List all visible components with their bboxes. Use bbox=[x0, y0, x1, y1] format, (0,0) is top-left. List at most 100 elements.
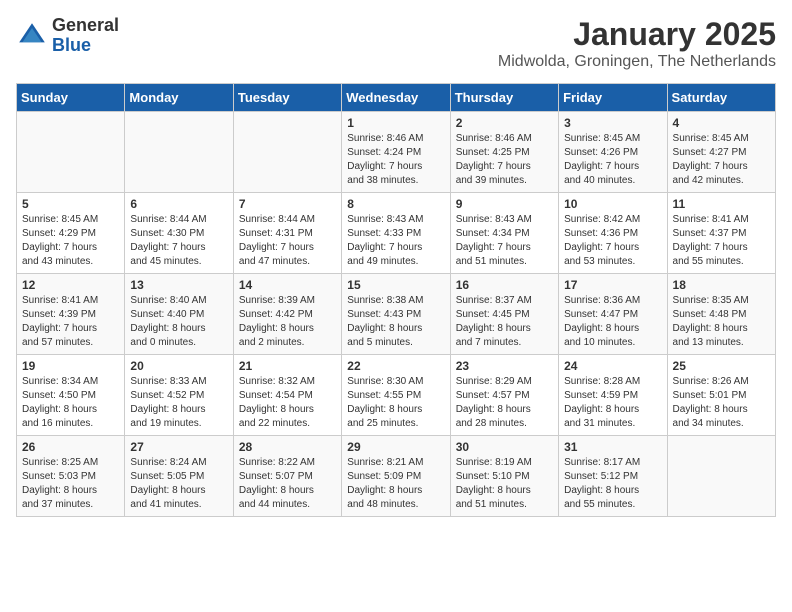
calendar-day-cell: 3 Sunrise: 8:45 AM Sunset: 4:26 PM Daylig… bbox=[559, 112, 667, 193]
calendar-day-cell: 30Sunrise: 8:19 AM Sunset: 5:10 PM Dayli… bbox=[450, 436, 558, 517]
calendar-week-row: 19Sunrise: 8:34 AM Sunset: 4:50 PM Dayli… bbox=[17, 355, 776, 436]
day-info: Sunrise: 8:42 AM Sunset: 4:36 PM Dayligh… bbox=[564, 213, 661, 269]
logo-icon bbox=[16, 20, 48, 52]
calendar-day-cell: 1 Sunrise: 8:46 AM Sunset: 4:24 PM Daylig… bbox=[342, 112, 450, 193]
calendar-day-cell: 24 Sunrise: 8:28 AM Sunset: 4:59 PM Dayli… bbox=[559, 355, 667, 436]
weekday-header: Saturday bbox=[667, 84, 775, 112]
calendar-day-cell: 17 Sunrise: 8:36 AM Sunset: 4:47 PM Dayli… bbox=[559, 274, 667, 355]
logo-general-text: General bbox=[52, 16, 119, 36]
calendar-week-row: 1 Sunrise: 8:46 AM Sunset: 4:24 PM Daylig… bbox=[17, 112, 776, 193]
day-number: 28 bbox=[239, 440, 336, 454]
day-number: 18 bbox=[673, 278, 770, 292]
weekday-header: Tuesday bbox=[233, 84, 341, 112]
calendar-day-cell bbox=[17, 112, 125, 193]
calendar-day-cell: 25 Sunrise: 8:26 AM Sunset: 5:01 PM Dayli… bbox=[667, 355, 775, 436]
day-number: 1 bbox=[347, 116, 444, 130]
day-number: 8 bbox=[347, 197, 444, 211]
calendar-day-cell: 8 Sunrise: 8:43 AM Sunset: 4:33 PM Daylig… bbox=[342, 193, 450, 274]
day-number: 9 bbox=[456, 197, 553, 211]
calendar-day-cell: 7 Sunrise: 8:44 AM Sunset: 4:31 PM Daylig… bbox=[233, 193, 341, 274]
weekday-header: Friday bbox=[559, 84, 667, 112]
calendar-day-cell: 13 Sunrise: 8:40 AM Sunset: 4:40 PM Dayli… bbox=[125, 274, 233, 355]
calendar-day-cell bbox=[125, 112, 233, 193]
day-number: 3 bbox=[564, 116, 661, 130]
calendar-day-cell: 6 Sunrise: 8:44 AM Sunset: 4:30 PM Daylig… bbox=[125, 193, 233, 274]
day-info: Sunrise: 8:25 AM Sunset: 5:03 PM Dayligh… bbox=[22, 456, 119, 512]
calendar-day-cell: 5Sunrise: 8:45 AM Sunset: 4:29 PM Daylig… bbox=[17, 193, 125, 274]
calendar-day-cell: 20 Sunrise: 8:33 AM Sunset: 4:52 PM Dayli… bbox=[125, 355, 233, 436]
day-info: Sunrise: 8:21 AM Sunset: 5:09 PM Dayligh… bbox=[347, 456, 444, 512]
calendar-day-cell: 26 Sunrise: 8:25 AM Sunset: 5:03 PM Dayli… bbox=[17, 436, 125, 517]
day-number: 23 bbox=[456, 359, 553, 373]
day-info: Sunrise: 8:43 AM Sunset: 4:33 PM Dayligh… bbox=[347, 213, 444, 269]
day-number: 7 bbox=[239, 197, 336, 211]
calendar-day-cell: 4 Sunrise: 8:45 AM Sunset: 4:27 PM Daylig… bbox=[667, 112, 775, 193]
day-info: Sunrise: 8:40 AM Sunset: 4:40 PM Dayligh… bbox=[130, 294, 227, 350]
day-info: Sunrise: 8:45 AM Sunset: 4:27 PM Dayligh… bbox=[673, 132, 770, 188]
calendar-day-cell: 19Sunrise: 8:34 AM Sunset: 4:50 PM Dayli… bbox=[17, 355, 125, 436]
location-title: Midwolda, Groningen, The Netherlands bbox=[498, 53, 776, 71]
calendar-day-cell: 18 Sunrise: 8:35 AM Sunset: 4:48 PM Dayli… bbox=[667, 274, 775, 355]
logo-blue-text: Blue bbox=[52, 36, 119, 56]
page-header: General Blue January 2025 Midwolda, Gron… bbox=[16, 16, 776, 71]
calendar-day-cell: 31 Sunrise: 8:17 AM Sunset: 5:12 PM Dayli… bbox=[559, 436, 667, 517]
day-info: Sunrise: 8:43 AM Sunset: 4:34 PM Dayligh… bbox=[456, 213, 553, 269]
day-number: 20 bbox=[130, 359, 227, 373]
weekday-header: Sunday bbox=[17, 84, 125, 112]
calendar-day-cell: 14 Sunrise: 8:39 AM Sunset: 4:42 PM Dayli… bbox=[233, 274, 341, 355]
day-number: 31 bbox=[564, 440, 661, 454]
day-number: 24 bbox=[564, 359, 661, 373]
day-info: Sunrise: 8:36 AM Sunset: 4:47 PM Dayligh… bbox=[564, 294, 661, 350]
day-number: 19 bbox=[22, 359, 119, 373]
day-number: 11 bbox=[673, 197, 770, 211]
calendar-day-cell: 16Sunrise: 8:37 AM Sunset: 4:45 PM Dayli… bbox=[450, 274, 558, 355]
day-number: 10 bbox=[564, 197, 661, 211]
day-number: 27 bbox=[130, 440, 227, 454]
calendar-week-row: 26 Sunrise: 8:25 AM Sunset: 5:03 PM Dayli… bbox=[17, 436, 776, 517]
day-info: Sunrise: 8:17 AM Sunset: 5:12 PM Dayligh… bbox=[564, 456, 661, 512]
calendar-day-cell: 27 Sunrise: 8:24 AM Sunset: 5:05 PM Dayli… bbox=[125, 436, 233, 517]
calendar-header-row: SundayMondayTuesdayWednesdayThursdayFrid… bbox=[17, 84, 776, 112]
day-number: 4 bbox=[673, 116, 770, 130]
calendar-day-cell: 2Sunrise: 8:46 AM Sunset: 4:25 PM Daylig… bbox=[450, 112, 558, 193]
calendar-day-cell: 9 Sunrise: 8:43 AM Sunset: 4:34 PM Daylig… bbox=[450, 193, 558, 274]
day-number: 25 bbox=[673, 359, 770, 373]
day-number: 17 bbox=[564, 278, 661, 292]
day-number: 12 bbox=[22, 278, 119, 292]
month-title: January 2025 bbox=[498, 16, 776, 53]
calendar-day-cell: 21 Sunrise: 8:32 AM Sunset: 4:54 PM Dayli… bbox=[233, 355, 341, 436]
calendar-day-cell: 22 Sunrise: 8:30 AM Sunset: 4:55 PM Dayli… bbox=[342, 355, 450, 436]
day-info: Sunrise: 8:28 AM Sunset: 4:59 PM Dayligh… bbox=[564, 375, 661, 431]
weekday-header: Thursday bbox=[450, 84, 558, 112]
day-info: Sunrise: 8:46 AM Sunset: 4:24 PM Dayligh… bbox=[347, 132, 444, 188]
day-info: Sunrise: 8:24 AM Sunset: 5:05 PM Dayligh… bbox=[130, 456, 227, 512]
day-info: Sunrise: 8:45 AM Sunset: 4:26 PM Dayligh… bbox=[564, 132, 661, 188]
calendar-week-row: 12Sunrise: 8:41 AM Sunset: 4:39 PM Dayli… bbox=[17, 274, 776, 355]
day-info: Sunrise: 8:37 AM Sunset: 4:45 PM Dayligh… bbox=[456, 294, 553, 350]
day-number: 29 bbox=[347, 440, 444, 454]
day-info: Sunrise: 8:39 AM Sunset: 4:42 PM Dayligh… bbox=[239, 294, 336, 350]
day-number: 21 bbox=[239, 359, 336, 373]
day-number: 5 bbox=[22, 197, 119, 211]
title-block: January 2025 Midwolda, Groningen, The Ne… bbox=[498, 16, 776, 71]
day-info: Sunrise: 8:30 AM Sunset: 4:55 PM Dayligh… bbox=[347, 375, 444, 431]
day-number: 13 bbox=[130, 278, 227, 292]
day-info: Sunrise: 8:32 AM Sunset: 4:54 PM Dayligh… bbox=[239, 375, 336, 431]
calendar-day-cell: 10 Sunrise: 8:42 AM Sunset: 4:36 PM Dayli… bbox=[559, 193, 667, 274]
calendar-day-cell: 11 Sunrise: 8:41 AM Sunset: 4:37 PM Dayli… bbox=[667, 193, 775, 274]
day-info: Sunrise: 8:33 AM Sunset: 4:52 PM Dayligh… bbox=[130, 375, 227, 431]
day-info: Sunrise: 8:26 AM Sunset: 5:01 PM Dayligh… bbox=[673, 375, 770, 431]
day-number: 26 bbox=[22, 440, 119, 454]
day-number: 22 bbox=[347, 359, 444, 373]
day-number: 14 bbox=[239, 278, 336, 292]
day-info: Sunrise: 8:44 AM Sunset: 4:30 PM Dayligh… bbox=[130, 213, 227, 269]
day-info: Sunrise: 8:44 AM Sunset: 4:31 PM Dayligh… bbox=[239, 213, 336, 269]
calendar-day-cell bbox=[233, 112, 341, 193]
day-info: Sunrise: 8:46 AM Sunset: 4:25 PM Dayligh… bbox=[456, 132, 553, 188]
weekday-header: Monday bbox=[125, 84, 233, 112]
calendar-day-cell bbox=[667, 436, 775, 517]
day-number: 6 bbox=[130, 197, 227, 211]
calendar-day-cell: 23Sunrise: 8:29 AM Sunset: 4:57 PM Dayli… bbox=[450, 355, 558, 436]
day-info: Sunrise: 8:35 AM Sunset: 4:48 PM Dayligh… bbox=[673, 294, 770, 350]
day-info: Sunrise: 8:41 AM Sunset: 4:37 PM Dayligh… bbox=[673, 213, 770, 269]
